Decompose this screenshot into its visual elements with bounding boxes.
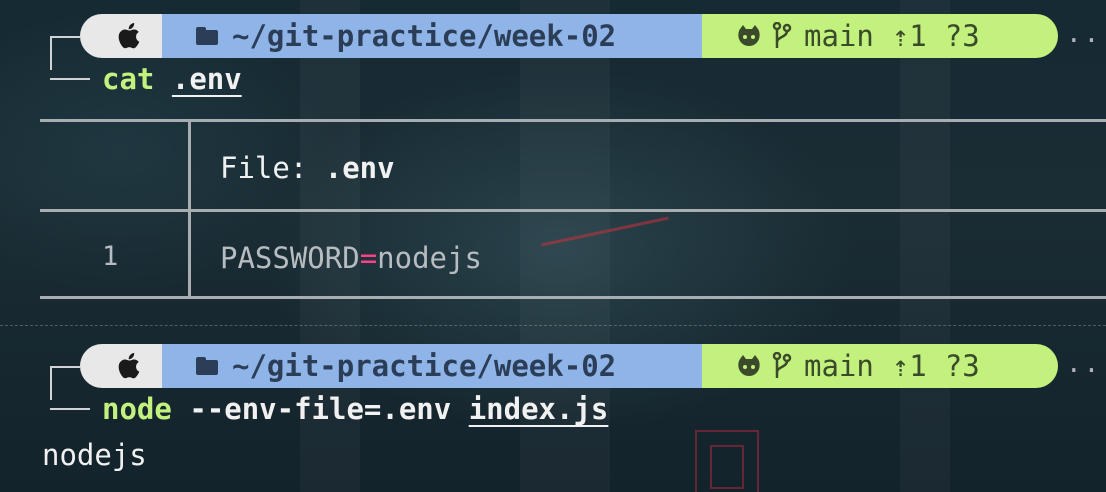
- command-line-2: node --env-file=.env index.js: [0, 392, 1106, 432]
- path-segment: ~/git-practice/week-02: [162, 14, 702, 58]
- command-program: cat: [102, 62, 155, 96]
- folder-icon: [196, 357, 218, 375]
- table-gutter-divider: [188, 121, 191, 211]
- table-border-bottom: [40, 296, 1106, 299]
- prompt-overflow: ··: [1066, 26, 1102, 56]
- table-border-top: [40, 119, 1106, 122]
- current-path: ~/git-practice/week-02: [232, 19, 617, 53]
- line-number: 1: [102, 241, 119, 272]
- prompt-line-1: ~/git-practice/week-02 main ⇡1 ?3 ··: [0, 14, 1106, 70]
- table-gutter-divider: [188, 211, 191, 298]
- env-value: nodejs: [377, 241, 482, 275]
- github-icon: [738, 355, 760, 376]
- apple-icon: [118, 23, 140, 49]
- file-header: File: .env: [220, 151, 395, 185]
- current-path: ~/git-practice/week-02: [232, 349, 617, 383]
- git-segment: main ⇡1 ?3: [702, 344, 1058, 388]
- section-divider: [0, 325, 1106, 326]
- env-key: PASSWORD: [220, 241, 360, 275]
- branch-icon: [772, 352, 792, 378]
- untracked-count: ?3: [944, 349, 980, 383]
- untracked-count: ?3: [944, 19, 980, 53]
- table-border-middle: [40, 209, 1106, 212]
- file-name: .env: [324, 151, 395, 185]
- file-header-label: File:: [220, 151, 325, 185]
- ahead-count: ⇡1: [891, 19, 927, 53]
- branch-name: main: [804, 349, 874, 383]
- prompt-line-2: ~/git-practice/week-02 main ⇡1 ?3 ··: [0, 344, 1106, 400]
- prompt-overflow: ··: [1066, 356, 1102, 386]
- command-argument: .env: [171, 62, 242, 96]
- command-output: nodejs: [42, 438, 147, 472]
- folder-icon: [196, 27, 218, 45]
- file-line: PASSWORD=nodejs: [220, 241, 482, 275]
- command-program: node: [102, 392, 172, 426]
- branch-name: main: [804, 19, 874, 53]
- env-equals: =: [359, 241, 378, 275]
- git-segment: main ⇡1 ?3: [702, 14, 1058, 58]
- branch-icon: [772, 22, 792, 48]
- command-text: node --env-file=.env index.js: [102, 392, 608, 426]
- ahead-count: ⇡1: [891, 349, 927, 383]
- apple-icon: [118, 353, 140, 379]
- github-icon: [738, 25, 760, 46]
- command-text: cat .env: [102, 62, 242, 96]
- path-segment: ~/git-practice/week-02: [162, 344, 702, 388]
- command-line-1: cat .env: [0, 62, 1106, 102]
- command-flag: --env-file=.env: [189, 392, 452, 426]
- command-argument: index.js: [468, 392, 609, 426]
